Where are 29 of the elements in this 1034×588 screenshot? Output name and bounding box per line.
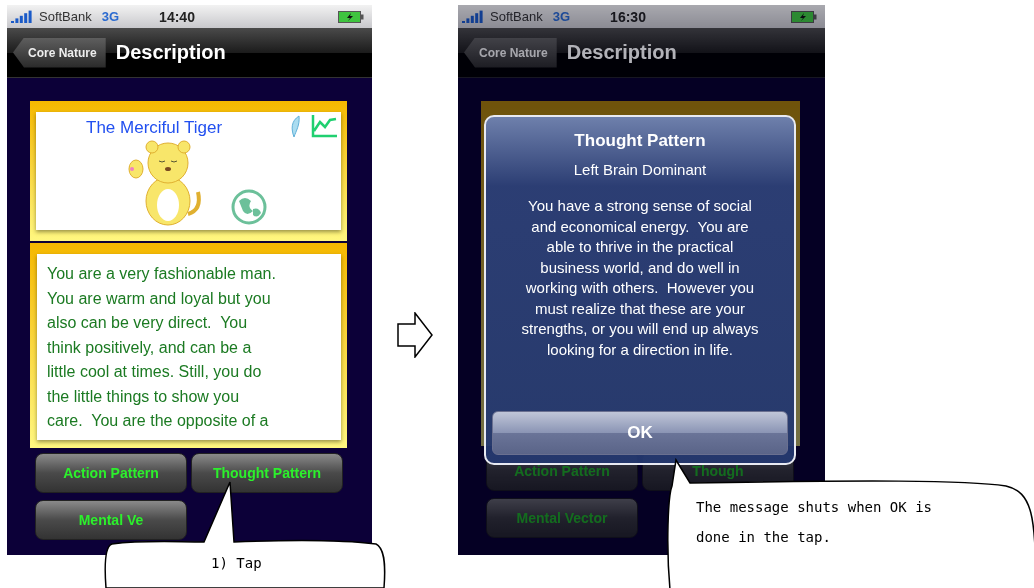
network-type: 3G [101,9,120,24]
battery-icon [791,10,817,23]
carrier-name: SoftBank [490,9,543,24]
alert-subtitle: Left Brain Dominant [573,161,707,178]
alert-title: Thought Pattern [574,131,706,151]
carrier-name: SoftBank [39,9,92,24]
battery-icon [338,10,364,23]
description-text: You are a very fashionable man. You are warm and loyal but you also can be very direct. You think positively, and can be a little cool at times. Still, you do the little things to show you care. You are the opposite of a [47,264,277,431]
screen-title: Description [566,41,677,64]
signal-icon [11,10,33,23]
menu-button[interactable]: Thought Pattern [191,453,343,493]
network-type: 3G [552,9,571,24]
alert-message: You have a strong sense of social and economical energy. You are able to thrive in the practical business world, and do well in working with others. However you must realize that these are your strengths, or you will end up always looking for a direction in life. [521,196,759,360]
menu-button[interactable]: Mental Ve [35,500,187,540]
card-title: The Merciful Tiger [86,118,223,138]
line-chart-icon [310,114,338,138]
callout-text: The message shuts when OK is done in the tap. [696,498,933,547]
globe-icon [231,189,267,225]
right-arrow-icon [397,312,433,358]
feather-icon [289,115,301,139]
back-button[interactable]: Core Nature [464,37,557,68]
callout-text: 1) Tap [211,554,262,573]
menu-button[interactable]: Action Pattern [35,453,187,493]
clock-time: 16:30 [610,8,647,25]
screen-title: Description [115,41,226,64]
ok-button[interactable]: OK [492,411,788,455]
signal-icon [462,10,484,23]
clock-time: 14:40 [159,8,196,25]
back-button[interactable]: Core Nature [13,37,106,68]
